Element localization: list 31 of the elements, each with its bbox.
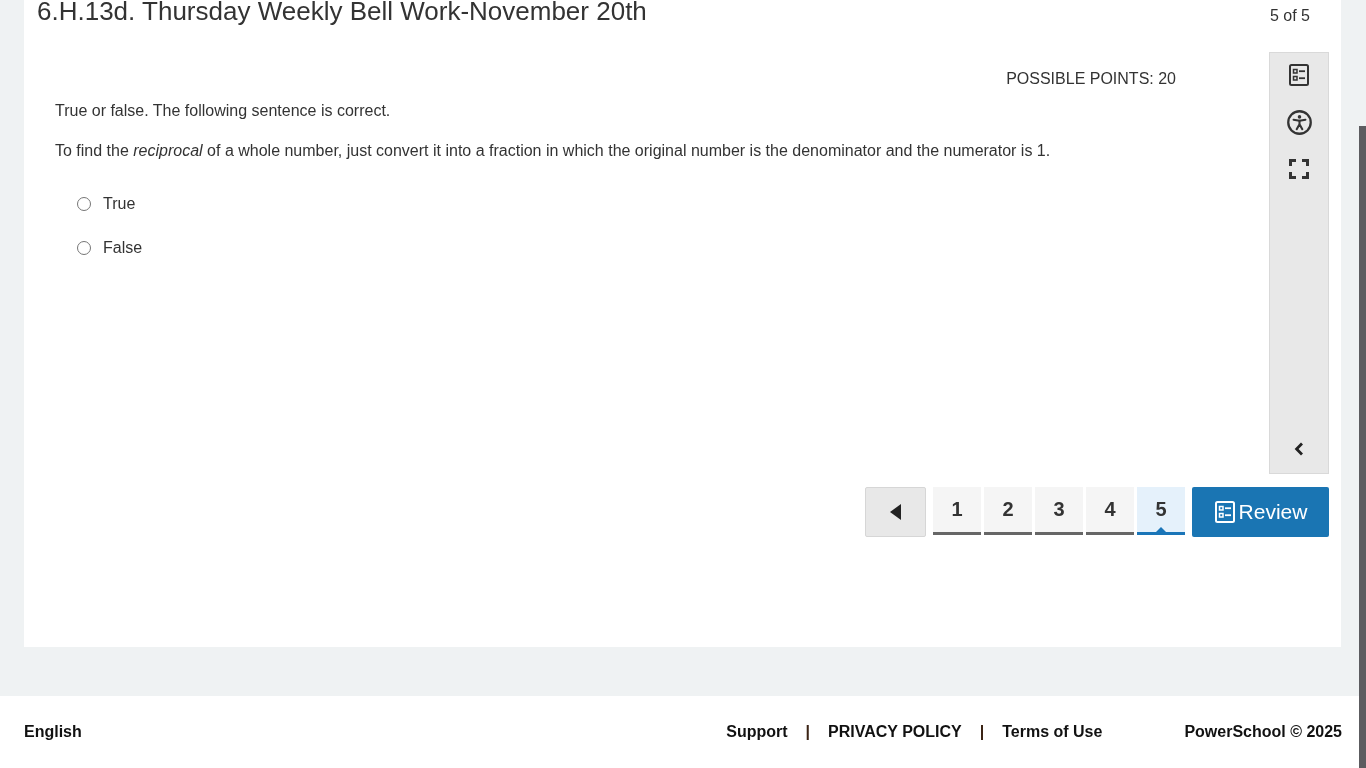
fullscreen-icon[interactable] (1289, 159, 1309, 179)
question-counter: 5 of 5 (1269, 7, 1310, 25)
footer-link[interactable]: Terms of Use (1002, 723, 1103, 741)
accessibility-icon[interactable] (1286, 110, 1312, 135)
copyright-text: PowerSchool © 2025 (1184, 723, 1342, 741)
radio-button[interactable] (77, 241, 91, 255)
footer-link[interactable]: Support (726, 723, 788, 741)
checklist-icon (1213, 501, 1236, 523)
question-statement: To find the reciprocal of a whole number, just convert it into a fraction in which the original number is the denominator and the numerator is 1. (55, 142, 1051, 160)
question-prompt: True or false. The following sentence is correct. (55, 102, 391, 120)
caret-icon (1156, 527, 1166, 532)
footer-link[interactable]: PRIVACY POLICY (828, 723, 962, 741)
page-button[interactable]: 2 (984, 487, 1032, 535)
page-button[interactable]: 3 (1035, 487, 1083, 535)
assessment-title: 6.H.13d. Thursday Weekly Bell Work-November 20th (37, 0, 647, 26)
possible-points: POSSIBLE POINTS: 20 (1006, 70, 1176, 88)
separator: | (979, 723, 985, 741)
page-button[interactable]: 4 (1086, 487, 1134, 535)
review-button[interactable]: Review (1192, 487, 1329, 537)
page-button[interactable]: 5 (1137, 487, 1185, 535)
option-label[interactable]: False (103, 239, 143, 257)
option-label[interactable]: True (103, 195, 136, 213)
scrollbar-thumb[interactable] (1359, 126, 1366, 768)
language-link[interactable]: English (24, 723, 82, 741)
chevron-left-icon[interactable] (1294, 442, 1304, 456)
page-button[interactable]: 1 (933, 487, 981, 535)
previous-button[interactable] (865, 487, 926, 537)
separator: | (805, 723, 811, 741)
checklist-icon[interactable] (1289, 64, 1309, 86)
radio-button[interactable] (77, 197, 91, 211)
triangle-left-icon (890, 504, 901, 520)
